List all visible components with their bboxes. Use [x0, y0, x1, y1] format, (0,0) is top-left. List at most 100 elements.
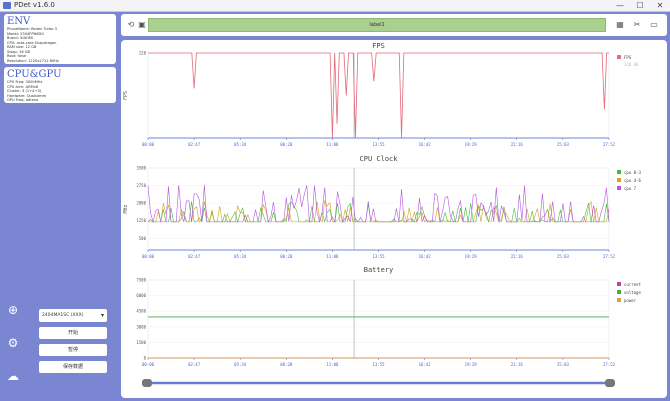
x-tick-label: 22:16 — [511, 254, 524, 259]
x-tick-label: 25:03 — [557, 362, 570, 367]
x-tick-label: 00:00 — [142, 254, 155, 259]
chart-title: CPU Clock — [360, 155, 399, 163]
legend-swatch — [617, 170, 621, 174]
x-tick-label: 25:03 — [557, 142, 570, 147]
y-tick-label: 0 — [144, 356, 147, 361]
pause-button[interactable]: 暂停 — [39, 344, 107, 356]
title-bar: PDet v1.6.0 — ☐ ✕ — [0, 0, 670, 12]
y-axis-label: MHz — [123, 204, 129, 213]
upload-icon[interactable]: ☁ — [5, 368, 21, 384]
close-button[interactable]: ✕ — [650, 0, 670, 12]
x-tick-label: 25:03 — [557, 254, 570, 259]
window-title: PDet v1.6.0 — [14, 1, 55, 9]
legend-label: cpu 7 — [624, 186, 637, 191]
x-tick-label: 11:08 — [326, 142, 339, 147]
x-tick-label: 11:08 — [326, 362, 339, 367]
x-tick-label: 16:42 — [419, 362, 432, 367]
x-tick-label: 27:52 — [603, 362, 616, 367]
y-tick-label: 120 — [139, 51, 147, 56]
legend-swatch — [617, 55, 621, 59]
x-tick-label: 16:42 — [419, 254, 432, 259]
y-tick-label: 3500 — [136, 166, 146, 171]
range-slider-left-handle — [142, 379, 152, 387]
maximize-button[interactable]: ☐ — [630, 0, 650, 12]
x-tick-label: 00:00 — [142, 362, 155, 367]
x-tick-label: 19:29 — [465, 254, 478, 259]
x-tick-label: 22:16 — [511, 142, 524, 147]
x-tick-label: 13:55 — [372, 362, 385, 367]
x-tick-label: 08:20 — [280, 254, 293, 259]
add-icon[interactable]: ⊕ — [5, 302, 21, 318]
x-tick-label: 27:52 — [603, 254, 616, 259]
wrench-icon[interactable]: ⚙ — [5, 335, 21, 351]
cut-icon[interactable]: ✂ — [631, 19, 643, 31]
folder-icon[interactable]: ▭ — [648, 19, 660, 31]
y-tick-label: 1250 — [136, 218, 146, 223]
grid-icon[interactable]: ▦ — [614, 19, 626, 31]
y-axis-label: FPS — [123, 91, 129, 100]
legend-label: FPS — [624, 55, 632, 60]
series-line — [148, 52, 609, 139]
y-tick-label: 3000 — [136, 324, 146, 329]
device-select[interactable]: 2404MA1SC (XXX) ▾ — [39, 309, 107, 322]
cpugpu-lines: CPU Freq: 3000MHz CPU arch: ARMv8 Cluster:… — [4, 80, 116, 103]
x-tick-label: 11:08 — [326, 254, 339, 259]
legend-swatch — [617, 298, 621, 302]
legend-label: current — [624, 282, 641, 287]
toolbar: ⟲ ▣ label1 ▦ ✂ ▭ — [121, 14, 667, 36]
env-panel: ENV PhoneName: Redmi Turbo 3 Model: 2304F… — [4, 14, 116, 64]
device-select-value: 2404MA1SC (XXX) — [42, 313, 84, 318]
legend-value: 120.00 — [624, 62, 639, 67]
x-tick-label: 08:20 — [280, 142, 293, 147]
env-heading: ENV — [7, 16, 31, 27]
x-tick-label: 05:34 — [234, 362, 247, 367]
x-tick-label: 16:42 — [419, 142, 432, 147]
chevron-down-icon: ▾ — [100, 312, 104, 319]
legend-swatch — [617, 282, 621, 286]
cpugpu-panel: CPU&GPU CPU Freq: 3000MHz CPU arch: ARMv8… — [4, 67, 116, 103]
x-tick-label: 13:55 — [372, 142, 385, 147]
x-tick-label: 00:00 — [142, 142, 155, 147]
cpugpu-line: GPU Freq: adreno — [7, 98, 39, 102]
y-tick-label: 7500 — [136, 278, 146, 283]
x-tick-label: 02:47 — [188, 362, 201, 367]
plot-frame — [147, 279, 610, 359]
save-data-button[interactable]: 保存数据 — [39, 361, 107, 373]
x-tick-label: 27:52 — [603, 142, 616, 147]
cpugpu-heading: CPU&GPU — [7, 69, 62, 80]
plot-frame — [147, 167, 610, 251]
legend-swatch — [617, 178, 621, 182]
screenshot-icon[interactable]: ▣ — [136, 19, 148, 31]
legend-label: voltage — [624, 290, 641, 295]
chart-title: Battery — [364, 266, 394, 274]
y-tick-label: 2750 — [136, 183, 146, 188]
legend-label: cpu 0-3 — [624, 170, 641, 175]
x-tick-label: 22:16 — [511, 362, 524, 367]
y-tick-label: 6000 — [136, 293, 146, 298]
y-tick-label: 4500 — [136, 309, 146, 314]
env-lines: PhoneName: Redmi Turbo 3 Model: 2304FPN6D… — [4, 27, 116, 63]
legend-label: cpu 4-6 — [624, 178, 641, 183]
x-tick-label: 02:47 — [188, 142, 201, 147]
x-tick-label: 19:29 — [465, 362, 478, 367]
x-tick-label: 13:55 — [372, 254, 385, 259]
start-button[interactable]: 开始 — [39, 327, 107, 339]
x-tick-label: 19:29 — [465, 142, 478, 147]
x-tick-label: 08:20 — [280, 362, 293, 367]
label-bar: label1 — [148, 18, 606, 32]
y-tick-label: 500 — [139, 236, 147, 241]
chart-panel: FPS FPS 00:00 02:47 05:34 08:20 11:08 13:55 16:4… — [121, 40, 667, 398]
minimize-button[interactable]: — — [610, 0, 630, 12]
x-tick-label: 05:34 — [234, 142, 247, 147]
x-tick-label: 05:34 — [234, 254, 247, 259]
chart-title: FPS — [372, 42, 385, 50]
legend-swatch — [617, 290, 621, 294]
x-tick-label: 02:47 — [188, 254, 201, 259]
plot-frame — [147, 52, 610, 139]
app-icon — [3, 2, 11, 9]
legend-swatch — [617, 186, 621, 190]
range-slider-right-handle — [605, 379, 615, 387]
env-line: Resolution: 1220x2712 60Hz — [7, 58, 59, 63]
y-tick-label: 2000 — [136, 201, 146, 206]
y-tick-label: 1500 — [136, 340, 146, 345]
